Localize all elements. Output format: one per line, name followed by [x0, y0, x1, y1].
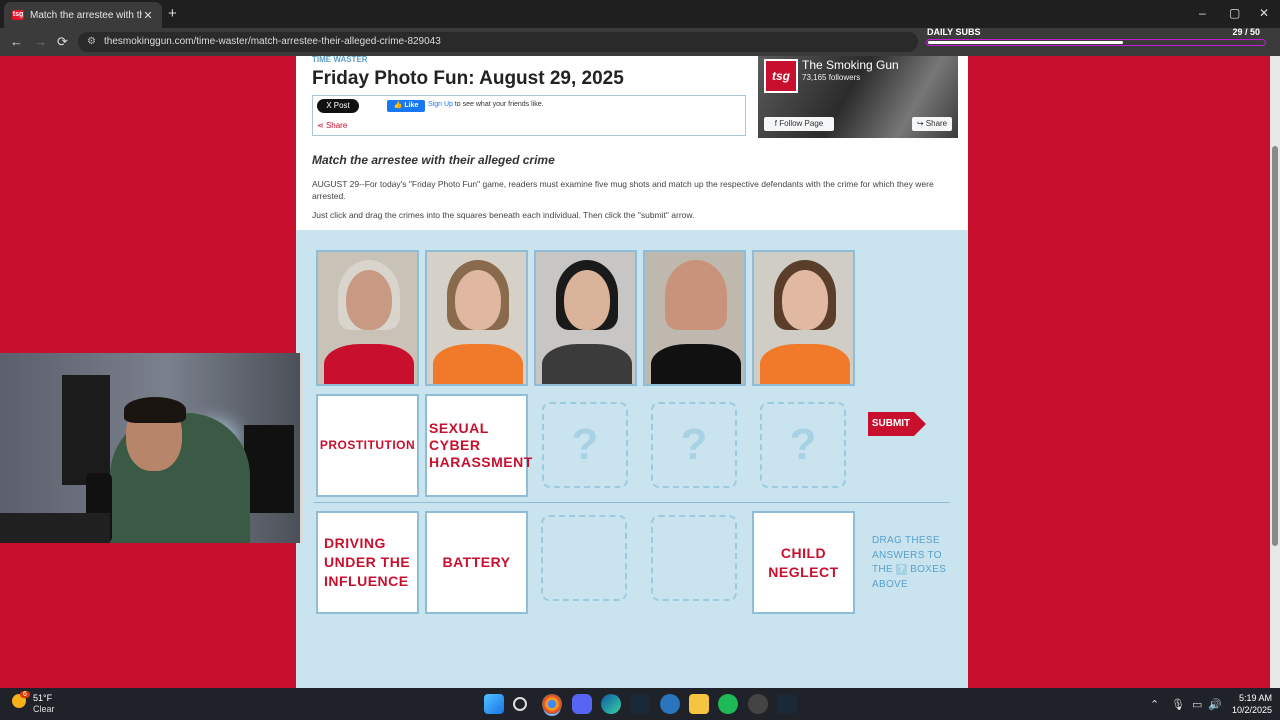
answer-card[interactable]: BATTERY	[425, 511, 528, 614]
article-title: Friday Photo Fun: August 29, 2025	[312, 68, 624, 89]
webcam-doorway	[62, 375, 110, 485]
streamer-hair	[124, 397, 186, 423]
fb-share-button[interactable]: ↪ Share	[912, 117, 952, 131]
instructions-paragraph: Just click and drag the crimes into the …	[312, 210, 695, 220]
facebook-signup-link[interactable]: Sign Up	[428, 101, 453, 108]
submit-label: SUBMIT	[868, 412, 914, 436]
empty-answer-slot	[541, 515, 627, 601]
steam-2-icon[interactable]	[777, 694, 797, 714]
browser-tab[interactable]: tsg Match the arrestee with their allege…	[4, 2, 162, 28]
mugshot-4	[643, 250, 746, 386]
answer-drop-slot[interactable]: ?	[542, 402, 628, 488]
game-subtitle: Match the arrestee with their alleged cr…	[312, 153, 555, 167]
share-icon: ⋖	[317, 121, 324, 130]
drag-hint-text: DRAG THESE ANSWERS TO THE ? BOXES ABOVE	[872, 535, 947, 590]
file-explorer-icon[interactable]	[689, 694, 709, 714]
share-arrow-icon: ↪	[916, 119, 924, 128]
maximize-button[interactable]: ▢	[1229, 6, 1240, 20]
reload-icon[interactable]: ⟳	[57, 34, 68, 50]
mugshot-face	[346, 270, 392, 330]
obs-icon[interactable]	[748, 694, 768, 714]
windows-taskbar: 6 51°F Clear ⌃ 🎙 ▭ 🔊 5:19 AM 10/2/2025	[0, 688, 1280, 720]
article-content: TIME WASTER Friday Photo Fun: August 29,…	[296, 56, 968, 688]
article-kicker[interactable]: TIME WASTER	[312, 56, 368, 64]
close-window-button[interactable]: ✕	[1259, 6, 1269, 20]
windows-start-icon[interactable]	[484, 694, 504, 714]
matching-game-board: PROSTITUTION SEXUAL CYBER HARASSMENT ? ?…	[296, 230, 968, 688]
empty-answer-slot	[651, 515, 737, 601]
scrollbar-thumb[interactable]	[1272, 146, 1278, 546]
steam-icon[interactable]	[630, 694, 650, 714]
daily-subs-overlay: DAILY SUBS 29 / 50	[926, 24, 1266, 52]
webcam-arcade-cabinet	[244, 425, 294, 513]
daily-subs-count: 29 / 50	[1232, 27, 1260, 37]
fb-followers: 73,165 followers	[802, 73, 861, 82]
forward-arrow-icon[interactable]: →	[34, 34, 47, 49]
weather-temp: 51°F	[33, 693, 53, 703]
share-link[interactable]: ⋖ Share	[317, 121, 347, 130]
url-text: thesmokinggun.com/time-waster/match-arre…	[104, 36, 441, 47]
system-clock[interactable]: 5:19 AM 10/2/2025	[1196, 692, 1272, 716]
epic-icon[interactable]	[660, 694, 680, 714]
divider	[314, 502, 950, 503]
mugshot-5	[752, 250, 855, 386]
new-tab-button[interactable]: +	[168, 5, 177, 22]
intro-paragraph: AUGUST 29--For today's "Friday Photo Fun…	[312, 179, 934, 201]
facebook-page-widget[interactable]: tsg The Smoking Gun 73,165 followers f F…	[758, 56, 958, 138]
mugshot-face	[782, 270, 828, 330]
site-info-icon[interactable]: ⚙	[87, 32, 96, 52]
clock-date: 10/2/2025	[1231, 705, 1272, 715]
facebook-icon: f	[774, 119, 777, 128]
mugshot-shirt	[651, 344, 741, 384]
url-field[interactable]: ⚙ thesmokinggun.com/time-waster/match-ar…	[78, 32, 918, 52]
clock-time: 5:19 AM	[1238, 693, 1272, 703]
submit-arrow-icon	[914, 412, 926, 436]
mugshot-3	[534, 250, 637, 386]
daily-subs-label: DAILY SUBS	[927, 27, 981, 37]
tray-overflow-icon[interactable]: ⌃	[1150, 698, 1159, 711]
mugshot-shirt	[324, 344, 414, 384]
x-post-button[interactable]: X Post	[317, 99, 359, 113]
mugshot-shirt	[433, 344, 523, 384]
mugshot-2	[425, 250, 528, 386]
placed-answer-card[interactable]: PROSTITUTION	[316, 394, 419, 497]
weather-condition: Clear	[33, 704, 55, 714]
page-scrollbar[interactable]	[1270, 56, 1280, 688]
discord-icon[interactable]	[572, 694, 592, 714]
weather-badge: 6	[20, 691, 30, 698]
spotify-icon[interactable]	[718, 694, 738, 714]
answer-card[interactable]: DRIVING UNDER THE INFLUENCE	[316, 511, 419, 614]
back-arrow-icon[interactable]: ←	[10, 34, 23, 49]
social-share-box: X Post 👍 Like Sign Up to see what your f…	[312, 95, 746, 136]
mugshot-1	[316, 250, 419, 386]
daily-subs-progress-bar	[926, 39, 1266, 46]
mugshot-face	[455, 270, 501, 330]
answer-drop-slot[interactable]: ?	[760, 402, 846, 488]
facebook-like-text: Sign Up to see what your friends like.	[428, 101, 544, 108]
webcam-desk	[0, 513, 110, 543]
minimize-button[interactable]: –	[1199, 6, 1206, 20]
fb-follow-page-button[interactable]: f Follow Page	[764, 117, 834, 131]
mugshot-shirt	[542, 344, 632, 384]
microphone-tray-icon[interactable]: 🎙	[1171, 698, 1185, 711]
tsg-logo: tsg	[764, 59, 798, 93]
webcam-overlay	[0, 353, 303, 543]
facebook-like-button[interactable]: 👍 Like	[387, 100, 425, 112]
tab-close-icon[interactable]: ✕	[142, 9, 154, 22]
mugshot-face	[673, 270, 719, 330]
search-icon[interactable]	[513, 697, 527, 711]
fb-page-name[interactable]: The Smoking Gun	[802, 58, 899, 72]
mugshot-face	[564, 270, 610, 330]
chrome-icon[interactable]	[542, 694, 562, 714]
answer-card[interactable]: CHILD NEGLECT	[752, 511, 855, 614]
placed-answer-card[interactable]: SEXUAL CYBER HARASSMENT	[425, 394, 532, 497]
question-box-icon: ?	[896, 564, 907, 575]
edge-icon[interactable]	[601, 694, 621, 714]
tsg-favicon-icon: tsg	[12, 10, 24, 20]
tab-title: Match the arrestee with their alleged cr…	[30, 9, 142, 21]
daily-subs-progress-fill	[928, 41, 1123, 44]
submit-arrow-button[interactable]: SUBMIT	[868, 412, 926, 436]
answer-drop-slot[interactable]: ?	[651, 402, 737, 488]
mugshot-shirt	[760, 344, 850, 384]
